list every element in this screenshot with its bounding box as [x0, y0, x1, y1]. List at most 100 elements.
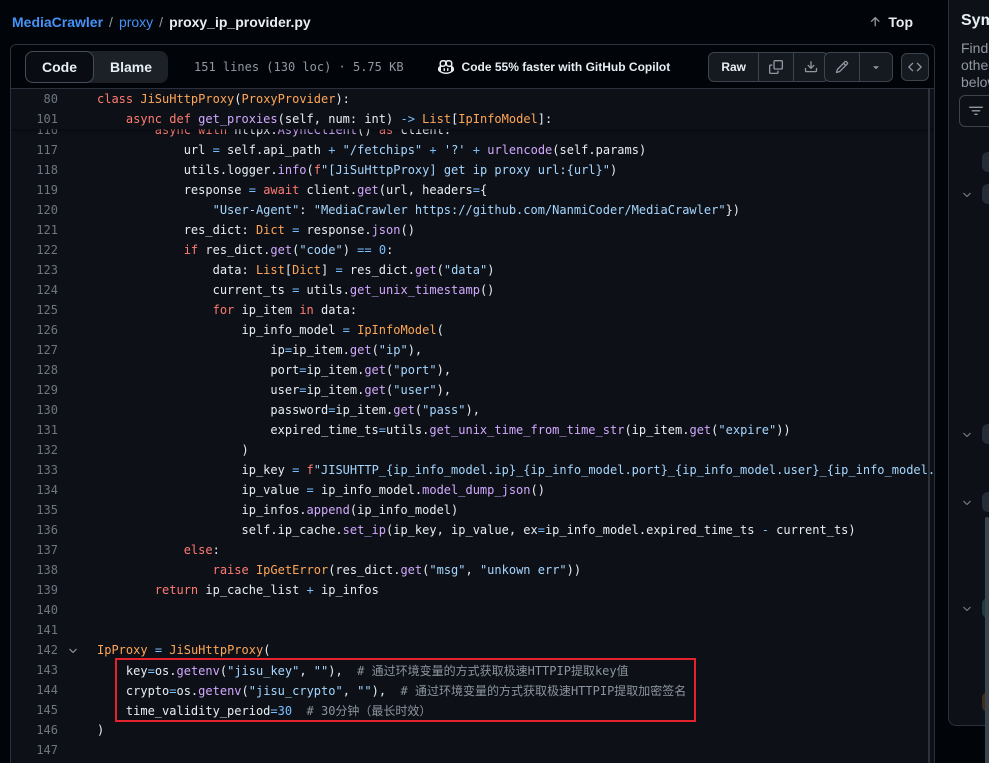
code-line: 142IpProxy = JiSuHttpProxy(	[11, 640, 934, 660]
line-number[interactable]: 120	[11, 203, 58, 217]
code-line: 119 response = await client.get(url, hea…	[11, 180, 934, 200]
symbol-item[interactable]	[982, 184, 989, 204]
raw-actions-group: Raw	[708, 52, 829, 82]
tab-blame[interactable]: Blame	[94, 51, 168, 83]
line-number[interactable]: 134	[11, 483, 58, 497]
code-text: crypto=os.getenv("jisu_crypto", ""), # 通…	[58, 682, 686, 699]
line-number[interactable]: 128	[11, 363, 58, 377]
code-text: response = await client.get(url, headers…	[58, 183, 487, 197]
symbols-sidebar: Sym Find other below	[936, 0, 989, 763]
copilot-banner-label: Code 55% faster with GitHub Copilot	[462, 60, 671, 74]
code-line: 117 url = self.api_path + "/fetchips" + …	[11, 140, 934, 160]
code-line: 129 user=ip_item.get("user"),	[11, 380, 934, 400]
code-text: )	[58, 443, 249, 457]
line-number[interactable]: 117	[11, 143, 58, 157]
line-number[interactable]: 123	[11, 263, 58, 277]
code-line: 118 utils.logger.info(f"[JiSuHttpProxy] …	[11, 160, 934, 180]
code-text: data: List[Dict] = res_dict.get("data")	[58, 263, 494, 277]
code-line: 140	[11, 600, 934, 620]
breadcrumb-separator: /	[109, 14, 113, 30]
line-number[interactable]: 118	[11, 163, 58, 177]
line-number[interactable]: 126	[11, 323, 58, 337]
line-number[interactable]: 121	[11, 223, 58, 237]
line-number[interactable]: 140	[11, 603, 58, 617]
download-icon	[804, 60, 818, 74]
code-text: ip_info_model = IpInfoModel(	[58, 323, 444, 337]
code-text: url = self.api_path + "/fetchips" + '?' …	[58, 143, 646, 157]
scroll-to-top-button[interactable]: Top	[868, 14, 913, 30]
line-number[interactable]: 125	[11, 303, 58, 317]
code-text: return ip_cache_list + ip_infos	[58, 583, 379, 597]
breadcrumb-folder-link[interactable]: proxy	[119, 14, 153, 30]
line-number[interactable]: 133	[11, 463, 58, 477]
breadcrumb: MediaCrawler / proxy / proxy_ip_provider…	[0, 0, 935, 44]
copy-icon	[769, 60, 783, 74]
line-number[interactable]: 136	[11, 523, 58, 537]
line-number[interactable]: 80	[11, 92, 58, 106]
code-text: ip_key = f"JISUHTTP_{ip_info_model.ip}_{…	[58, 463, 934, 477]
line-number[interactable]: 143	[11, 663, 58, 677]
code-line: 133 ip_key = f"JISUHTTP_{ip_info_model.i…	[11, 460, 934, 480]
line-number[interactable]: 124	[11, 283, 58, 297]
code-line: 101 async def get_proxies(self, num: int…	[11, 109, 934, 129]
line-number[interactable]: 127	[11, 343, 58, 357]
symbol-item[interactable]	[982, 152, 989, 172]
copilot-banner[interactable]: Code 55% faster with GitHub Copilot	[438, 59, 671, 75]
line-number[interactable]: 101	[11, 112, 58, 126]
page-scrollbar[interactable]	[985, 517, 989, 763]
code-icon	[908, 60, 922, 74]
line-number[interactable]: 135	[11, 503, 58, 517]
symbols-panel-description: other	[961, 57, 989, 73]
chevron-down-icon[interactable]	[961, 188, 973, 200]
code-scrollbar[interactable]	[928, 89, 930, 763]
tab-code[interactable]: Code	[25, 51, 94, 83]
fold-toggle-icon[interactable]	[67, 644, 79, 656]
code-text: "User-Agent": "MediaCrawler https://gith…	[58, 203, 740, 217]
line-number[interactable]: 137	[11, 543, 58, 557]
code-text: password=ip_item.get("pass"),	[58, 403, 480, 417]
line-number[interactable]: 129	[11, 383, 58, 397]
line-number[interactable]: 144	[11, 683, 58, 697]
line-number[interactable]: 138	[11, 563, 58, 577]
line-number[interactable]: 146	[11, 723, 58, 737]
line-number[interactable]: 130	[11, 403, 58, 417]
copy-button[interactable]	[758, 53, 793, 81]
code-line: 123 data: List[Dict] = res_dict.get("dat…	[11, 260, 934, 280]
edit-button[interactable]	[825, 53, 859, 81]
code-text: raise IpGetError(res_dict.get("msg", "un…	[58, 563, 581, 577]
symbol-item[interactable]	[982, 424, 989, 444]
line-number[interactable]: 131	[11, 423, 58, 437]
line-number[interactable]: 147	[11, 743, 58, 757]
code-line: 121 res_dict: Dict = response.json()	[11, 220, 934, 240]
symbol-item[interactable]	[982, 492, 989, 512]
code-text: current_ts = utils.get_unix_timestamp()	[58, 283, 494, 297]
download-button[interactable]	[793, 53, 828, 81]
chevron-down-icon[interactable]	[961, 602, 973, 614]
line-number[interactable]: 122	[11, 243, 58, 257]
symbols-panel-toggle-button[interactable]	[901, 53, 929, 81]
line-number[interactable]: 141	[11, 623, 58, 637]
code-line: 134 ip_value = ip_info_model.model_dump_…	[11, 480, 934, 500]
sticky-context-lines: 80class JiSuHttpProxy(ProxyProvider):101…	[11, 89, 934, 129]
code-text: utils.logger.info(f"[JiSuHttpProxy] get …	[58, 163, 617, 177]
code-text: for ip_item in data:	[58, 303, 357, 317]
raw-button[interactable]: Raw	[709, 53, 758, 81]
code-line: 145 time_validity_period=30 # 30分钟（最长时效）	[11, 700, 934, 720]
code-text: port=ip_item.get("port"),	[58, 363, 451, 377]
code-text: self.ip_cache.set_ip(ip_key, ip_value, e…	[58, 523, 856, 537]
chevron-down-icon[interactable]	[961, 496, 973, 508]
line-number[interactable]: 119	[11, 183, 58, 197]
line-number[interactable]: 142	[11, 643, 58, 657]
code-line: 122 if res_dict.get("code") == 0:	[11, 240, 934, 260]
code-text: ip=ip_item.get("ip"),	[58, 343, 422, 357]
line-number[interactable]: 145	[11, 703, 58, 717]
edit-actions-group	[824, 52, 893, 82]
edit-dropdown-button[interactable]	[859, 53, 892, 81]
code-text: time_validity_period=30 # 30分钟（最长时效）	[58, 702, 431, 719]
line-number[interactable]: 132	[11, 443, 58, 457]
symbols-filter-input[interactable]	[959, 95, 989, 127]
line-number[interactable]: 139	[11, 583, 58, 597]
breadcrumb-repo-link[interactable]: MediaCrawler	[12, 14, 103, 30]
chevron-down-icon[interactable]	[961, 428, 973, 440]
code-blame-switch: Code Blame	[25, 51, 168, 83]
